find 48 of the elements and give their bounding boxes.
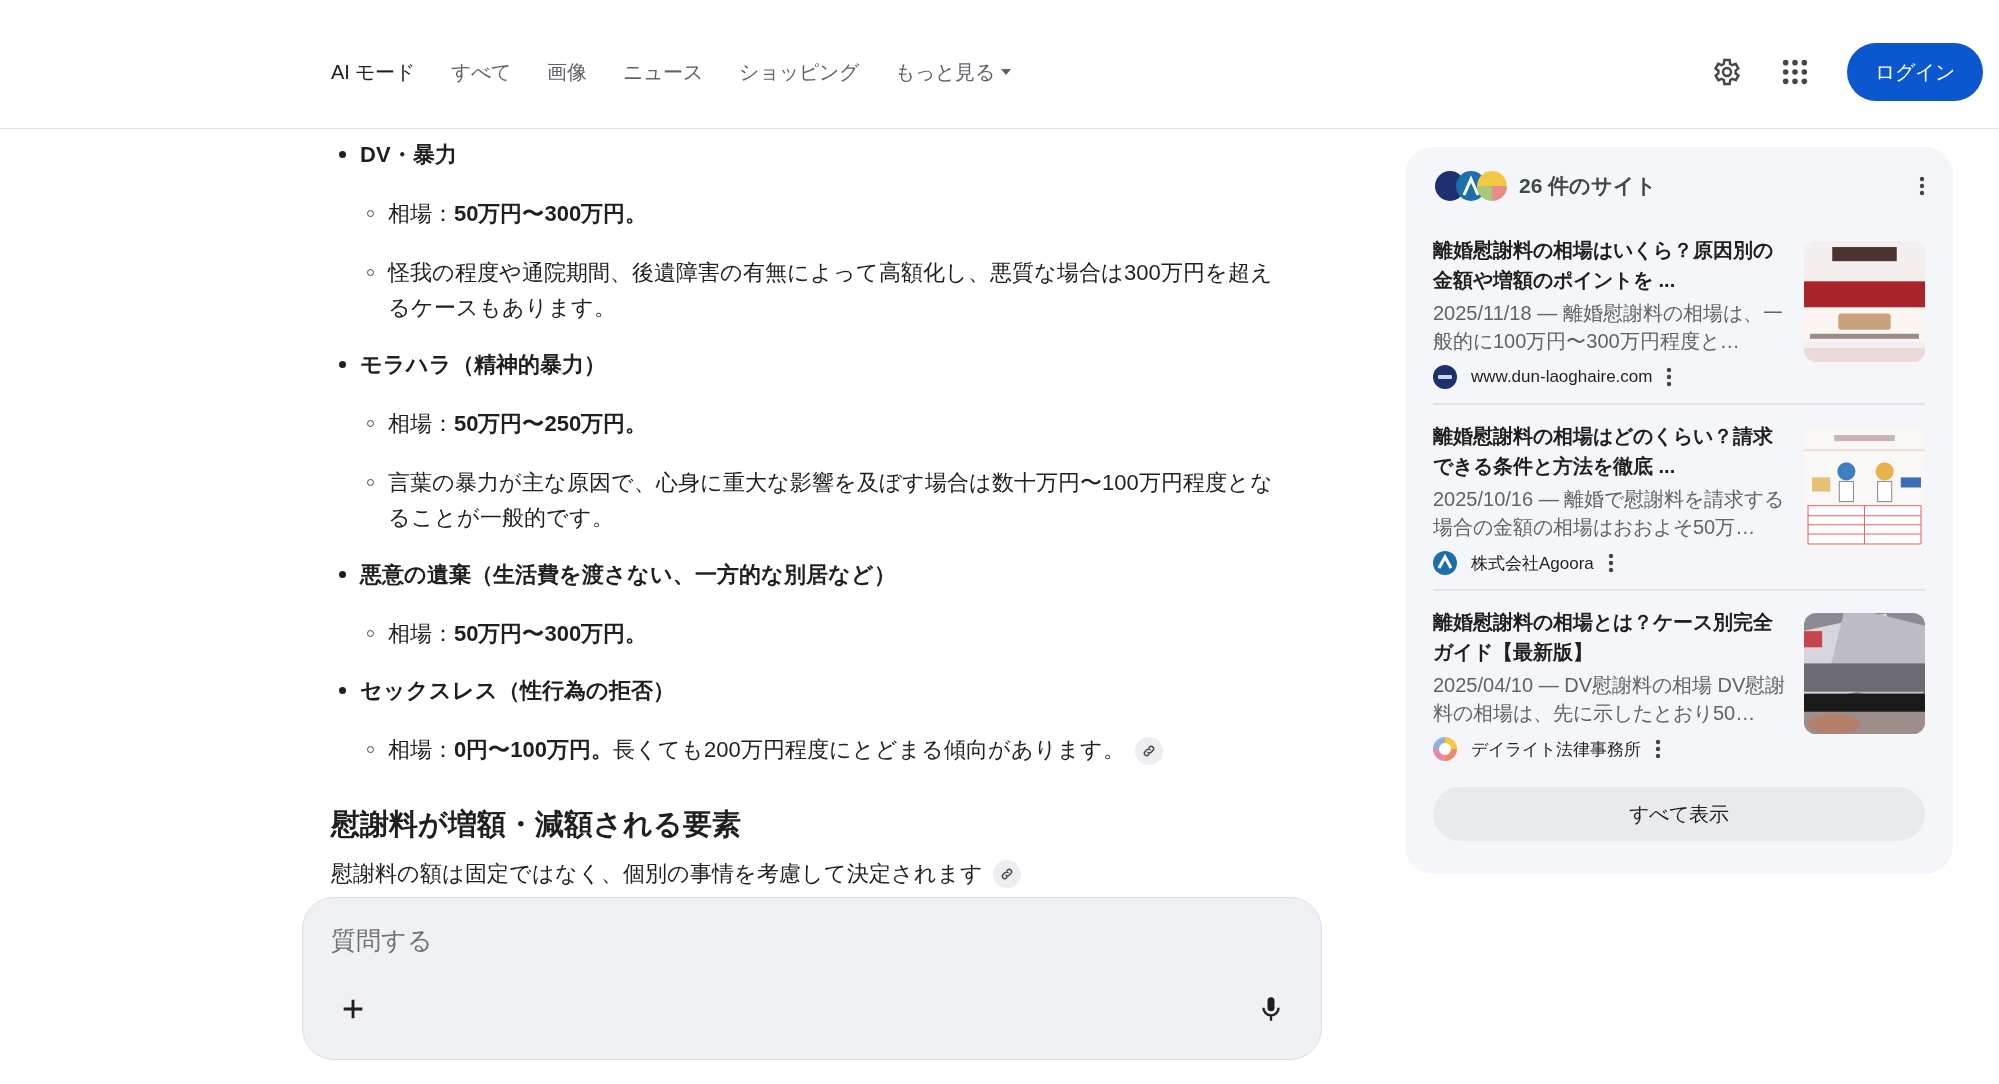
nav-tab[interactable]: AI モード — [331, 50, 416, 94]
nav-tab[interactable]: すべて — [451, 50, 512, 94]
list-item-text: 相場：0円〜100万円。長くても200万円程度にとどまる傾向があります。 — [388, 732, 1163, 767]
list-item-text: 相場：50万円〜300万円。 — [388, 620, 648, 648]
list-item-text: 言葉の暴力が主な原因で、心身に重大な影響を及ぼす場合は数十万円〜100万円程度となることが一般的です。 — [388, 469, 1274, 532]
more-options-icon[interactable] — [1607, 553, 1614, 573]
result-title[interactable]: 離婚慰謝料の相場とは？ケース別完全ガイド【最新版】 — [1433, 607, 1790, 667]
bullet-icon — [339, 687, 346, 694]
list-item-text: 怪我の程度や通院期間、後遺障害の有無によって高額化し、悪質な場合は300万円を超えるケースもあります。 — [388, 259, 1274, 322]
question-field[interactable]: 質問する — [331, 920, 1293, 961]
nav-tab[interactable]: ショッピング — [739, 50, 860, 94]
list-item-text: 相場：50万円〜250万円。 — [388, 410, 648, 438]
bullet-icon — [339, 151, 346, 158]
list-item-title: セックスレス（性行為の拒否） — [360, 677, 675, 705]
logo-icon — [1433, 365, 1457, 389]
logo-icon — [1433, 737, 1457, 761]
result-snippet: 2025/11/18 — 離婚慰謝料の相場は、一般的に100万円〜300万円程度と… — [1433, 301, 1784, 354]
list-item-title: 悪意の遺棄（生活費を渡さない、一方的な別居など） — [360, 561, 896, 589]
result-title[interactable]: 離婚慰謝料の相場はいくら？原因別の金額や増額のポイントを ... — [1433, 235, 1790, 295]
paragraph-text: 慰謝料の額は固定ではなく、個別の事情を考慮して決定されます — [331, 860, 983, 888]
bullet-icon — [339, 361, 346, 368]
result-snippet: 2025/04/10 — DV慰謝料の相場 DV慰謝料の相場は、先に示したとおり50… — [1433, 673, 1787, 726]
settings-icon[interactable] — [1711, 56, 1743, 88]
source-name: 株式会社Agoora — [1471, 552, 1594, 575]
result-title[interactable]: 離婚慰謝料の相場はどのくらい？請求できる条件と方法を徹底 ... — [1433, 421, 1790, 481]
link-icon — [1141, 744, 1156, 759]
more-options-icon[interactable] — [1919, 176, 1925, 196]
link-button[interactable] — [993, 860, 1021, 888]
more-options-icon[interactable] — [1666, 367, 1673, 387]
list-item-title: モラハラ（精神的暴力） — [360, 351, 606, 379]
site-count: 26 件のサイト — [1519, 173, 1659, 199]
nav-tab[interactable]: 画像 — [547, 50, 588, 94]
nav-tab[interactable]: もっと見る — [895, 50, 1012, 94]
result-snippet: 2025/10/16 — 離婚で慰謝料を請求する場合の金額の相場はおおよそ50万… — [1433, 487, 1786, 540]
more-options-icon[interactable] — [1655, 739, 1661, 759]
login-button[interactable]: ログイン — [1847, 43, 1983, 101]
link-icon — [1000, 867, 1014, 881]
site-logos-icon — [1433, 169, 1509, 203]
show-all-button[interactable]: すべて表示 — [1433, 787, 1925, 841]
source-name: www.dun-laoghaire.com — [1471, 367, 1653, 387]
link-button[interactable] — [1134, 737, 1163, 766]
list-item-text: 相場：50万円〜300万円。 — [388, 200, 648, 228]
source-name: デイライト法律事務所 — [1471, 738, 1641, 761]
section-heading: 慰謝料が増額・減額される要素 — [331, 807, 742, 842]
bullet-icon — [339, 571, 346, 578]
list-item-title: DV・暴力 — [360, 141, 457, 169]
nav-tab[interactable]: ニュース — [623, 50, 704, 94]
logo-icon — [1433, 551, 1457, 575]
